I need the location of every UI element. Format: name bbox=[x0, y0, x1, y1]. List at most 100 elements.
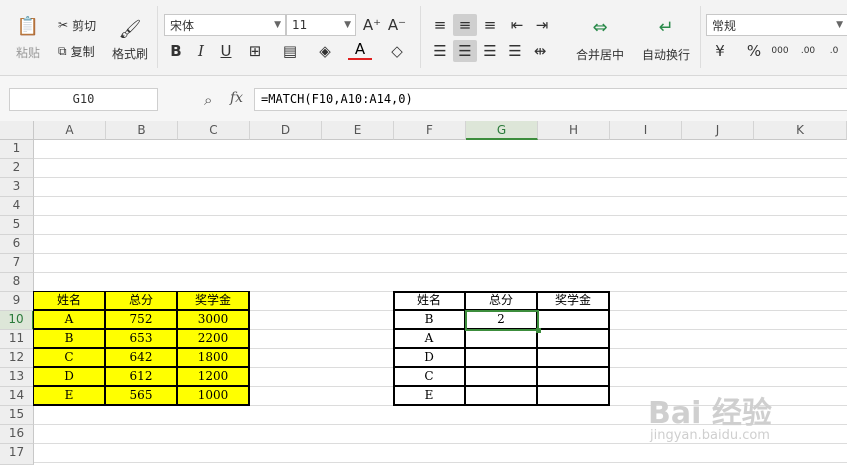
eraser-icon[interactable]: ◇ bbox=[385, 40, 409, 62]
paste-button[interactable]: 📋 粘贴 bbox=[8, 10, 48, 65]
align-bottom-icon[interactable]: ≡ bbox=[478, 14, 502, 36]
format-painter-button[interactable]: 🖌 格式刷 bbox=[110, 12, 150, 67]
cell-style-icon[interactable]: ▤ bbox=[278, 40, 302, 62]
right-table-header-cell[interactable]: 姓名 bbox=[394, 292, 466, 311]
right-table-cell[interactable] bbox=[538, 349, 610, 368]
font-color-icon[interactable]: A bbox=[348, 40, 372, 60]
align-right-icon[interactable]: ☰ bbox=[478, 40, 502, 62]
right-table-cell[interactable]: A bbox=[394, 330, 466, 349]
right-table-header-cell[interactable]: 总分 bbox=[466, 292, 538, 311]
copy-button[interactable]: ⧉ 复制 bbox=[58, 41, 95, 61]
column-header-K[interactable]: K bbox=[754, 121, 847, 140]
column-header-C[interactable]: C bbox=[178, 121, 250, 140]
column-header-G[interactable]: G bbox=[466, 121, 538, 140]
row-header-14[interactable]: 14 bbox=[0, 387, 34, 406]
right-table-cell[interactable] bbox=[466, 349, 538, 368]
row-header-6[interactable]: 6 bbox=[0, 235, 34, 254]
right-table-cell[interactable] bbox=[466, 387, 538, 406]
row-header-4[interactable]: 4 bbox=[0, 197, 34, 216]
left-table-header-cell[interactable]: 奖学金 bbox=[178, 292, 250, 311]
left-table-cell[interactable]: C bbox=[34, 349, 106, 368]
distributed-icon[interactable]: ⇹ bbox=[528, 40, 552, 62]
column-header-D[interactable]: D bbox=[250, 121, 322, 140]
column-header-I[interactable]: I bbox=[610, 121, 682, 140]
percent-icon[interactable]: % bbox=[742, 40, 766, 62]
right-table-cell[interactable]: C bbox=[394, 368, 466, 387]
left-table-cell[interactable]: B bbox=[34, 330, 106, 349]
column-header-A[interactable]: A bbox=[34, 121, 106, 140]
indent-increase-icon[interactable]: ⇥ bbox=[530, 14, 554, 36]
column-header-B[interactable]: B bbox=[106, 121, 178, 140]
select-all-corner[interactable] bbox=[0, 121, 34, 140]
indent-decrease-icon[interactable]: ⇤ bbox=[505, 14, 529, 36]
right-table-cell[interactable] bbox=[538, 368, 610, 387]
column-header-E[interactable]: E bbox=[322, 121, 394, 140]
increase-font-icon[interactable]: A⁺ bbox=[360, 14, 384, 36]
align-top-icon[interactable]: ≡ bbox=[428, 14, 452, 36]
zoom-search-icon[interactable]: ⌕ bbox=[204, 91, 212, 109]
formula-input[interactable]: =MATCH(F10,A10:A14,0) bbox=[254, 88, 847, 111]
border-icon[interactable]: ⊞ bbox=[243, 40, 267, 62]
name-box[interactable]: G10 bbox=[9, 88, 158, 111]
fx-icon[interactable]: fx bbox=[230, 90, 243, 106]
left-table-cell[interactable]: 565 bbox=[106, 387, 178, 406]
font-size-select[interactable]: 11 ▼ bbox=[286, 14, 356, 36]
decrease-decimal-icon[interactable]: .0 bbox=[822, 40, 846, 62]
left-table-cell[interactable]: 2200 bbox=[178, 330, 250, 349]
row-header-8[interactable]: 8 bbox=[0, 273, 34, 292]
right-table-cell[interactable] bbox=[466, 330, 538, 349]
left-table-cell[interactable]: A bbox=[34, 311, 106, 330]
italic-icon[interactable]: I bbox=[189, 40, 213, 62]
merge-center-button[interactable]: ⇔ 合并居中 bbox=[568, 14, 632, 64]
left-table-cell[interactable]: 1200 bbox=[178, 368, 250, 387]
left-table-cell[interactable]: D bbox=[34, 368, 106, 387]
left-table-cell[interactable]: 3000 bbox=[178, 311, 250, 330]
row-header-3[interactable]: 3 bbox=[0, 178, 34, 197]
left-table-cell[interactable]: 612 bbox=[106, 368, 178, 387]
row-header-16[interactable]: 16 bbox=[0, 425, 34, 444]
left-table-cell[interactable]: 752 bbox=[106, 311, 178, 330]
row-header-15[interactable]: 15 bbox=[0, 406, 34, 425]
right-table-cell[interactable] bbox=[538, 330, 610, 349]
row-header-13[interactable]: 13 bbox=[0, 368, 34, 387]
align-middle-icon[interactable]: ≡ bbox=[453, 14, 477, 36]
fill-handle[interactable] bbox=[536, 328, 541, 333]
left-table-cell[interactable]: 653 bbox=[106, 330, 178, 349]
align-center-icon[interactable]: ☰ bbox=[453, 40, 477, 62]
row-header-17[interactable]: 17 bbox=[0, 444, 34, 465]
cut-button[interactable]: ✂ 剪切 bbox=[58, 15, 96, 35]
row-header-12[interactable]: 12 bbox=[0, 349, 34, 368]
underline-icon[interactable]: U bbox=[214, 40, 238, 62]
left-table-header-cell[interactable]: 姓名 bbox=[34, 292, 106, 311]
increase-decimal-icon[interactable]: .00 bbox=[796, 40, 820, 62]
row-header-7[interactable]: 7 bbox=[0, 254, 34, 273]
wrap-text-button[interactable]: ↵ 自动换行 bbox=[636, 14, 696, 64]
right-table-cell[interactable]: B bbox=[394, 311, 466, 330]
decrease-font-icon[interactable]: A⁻ bbox=[385, 14, 409, 36]
row-header-11[interactable]: 11 bbox=[0, 330, 34, 349]
active-cell-selection[interactable] bbox=[465, 310, 539, 331]
left-table-cell[interactable]: 1800 bbox=[178, 349, 250, 368]
right-table-cell[interactable] bbox=[538, 311, 610, 330]
right-table-cell[interactable] bbox=[538, 387, 610, 406]
fill-color-icon[interactable]: ◈ bbox=[313, 40, 337, 62]
right-table-header-cell[interactable]: 奖学金 bbox=[538, 292, 610, 311]
left-table-header-cell[interactable]: 总分 bbox=[106, 292, 178, 311]
left-table-cell[interactable]: E bbox=[34, 387, 106, 406]
row-header-2[interactable]: 2 bbox=[0, 159, 34, 178]
row-header-9[interactable]: 9 bbox=[0, 292, 34, 311]
font-name-select[interactable]: 宋体 ▼ bbox=[164, 14, 286, 36]
column-header-J[interactable]: J bbox=[682, 121, 754, 140]
justify-icon[interactable]: ☰ bbox=[503, 40, 527, 62]
column-header-H[interactable]: H bbox=[538, 121, 610, 140]
row-header-10[interactable]: 10 bbox=[0, 311, 34, 330]
right-table-cell[interactable]: E bbox=[394, 387, 466, 406]
right-table-cell[interactable] bbox=[466, 368, 538, 387]
currency-icon[interactable]: ¥ bbox=[708, 40, 732, 62]
row-header-5[interactable]: 5 bbox=[0, 216, 34, 235]
thousands-icon[interactable]: 000 bbox=[768, 40, 792, 62]
bold-icon[interactable]: B bbox=[164, 40, 188, 62]
left-table-cell[interactable]: 642 bbox=[106, 349, 178, 368]
number-format-select[interactable]: 常规 ▼ bbox=[706, 14, 847, 36]
left-table-cell[interactable]: 1000 bbox=[178, 387, 250, 406]
